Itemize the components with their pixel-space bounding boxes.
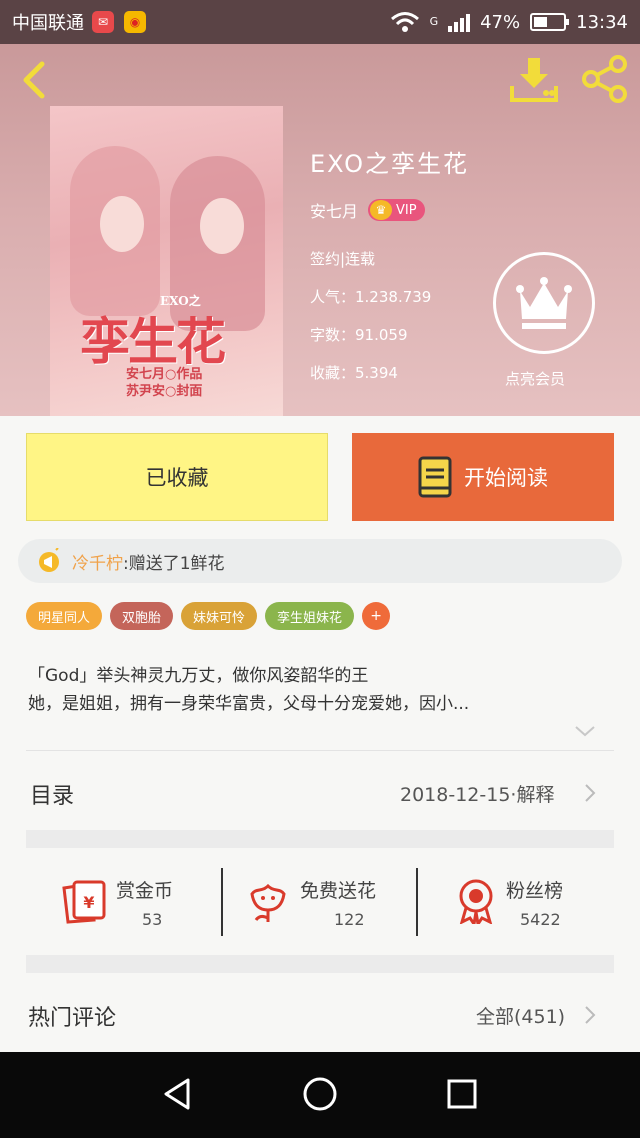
tag[interactable]: 双胞胎 [110,602,174,630]
nav-back-button[interactable] [158,1074,198,1114]
section-separator [26,955,614,973]
chevron-left-icon [23,61,45,99]
member-button[interactable] [493,252,595,354]
gift-notice[interactable]: 冷千柠 :赠送了1鲜花 [18,539,622,583]
status-bar: 中国联通 ✉ ◉ G 47% 13:34 [0,0,640,44]
author-row: 安七月 ♛ VIP [310,198,425,222]
book-cover[interactable]: EXO之 孪生花 安七月○作品 苏尹安○封面 [50,106,283,416]
collected-button[interactable]: 已收藏 [26,433,328,521]
carrier-name: 中国联通 [12,13,84,34]
cover-title: 孪生花 [80,312,226,371]
member-label[interactable]: 点亮会员 [505,368,565,389]
nav-recents-button[interactable] [442,1074,482,1114]
triangle-back-icon [164,1078,190,1110]
badge-ribbon-icon [459,879,493,924]
fan-rank-stat[interactable]: 粉丝榜 5422 [456,868,606,936]
chevron-right-icon[interactable] [584,783,596,803]
share-icon [582,55,627,103]
all-comments-link[interactable]: 全部(451) [476,1002,565,1029]
reward-coin-stat[interactable]: ¥ 赏金币 53 [60,868,210,936]
vip-badge: ♛ VIP [368,199,425,221]
system-nav-bar [0,1052,640,1138]
gift-user[interactable]: 冷千柠 [72,549,123,574]
divider [26,750,614,751]
section-separator [26,830,614,848]
notification-app-icon: ✉ [92,11,114,33]
expand-chevron-icon[interactable] [574,724,596,738]
favorites-count: 收藏：5.394 [310,364,398,382]
gift-text: :赠送了1鲜花 [123,553,225,574]
network-type: G [429,15,439,28]
megaphone-icon [39,548,59,572]
clock: 13:34 [576,11,628,33]
reward-coin-icon: ¥ [62,880,106,924]
share-button[interactable] [580,54,630,104]
flower-icon [250,883,286,922]
nav-home-button[interactable] [300,1074,340,1114]
popularity: 人气：1.238.739 [310,288,432,306]
author-name[interactable]: 安七月 [310,198,358,222]
battery-icon [530,13,570,31]
cover-credit: 安七月○作品 苏尹安○封面 [126,367,203,399]
svg-text:¥: ¥ [83,893,94,912]
stat-divider [416,868,418,936]
circle-home-icon [303,1077,337,1111]
hot-comments-label: 热门评论 [28,1006,117,1031]
word-count: 字数：91.059 [310,326,408,344]
book-status: 签约|连载 [310,250,376,268]
tag[interactable]: 明星同人 [26,602,103,630]
book-description[interactable]: 「God」举头神灵九万丈，做你风姿韶华的王 她，是姐姐，拥有一身荣华富贵，父母十… [28,662,614,718]
battery-percent: 47% [480,11,521,33]
toc-label[interactable]: 目录 [30,778,74,810]
weibo-icon: ◉ [124,11,146,33]
tag-list: 明星同人 双胞胎 妹妹可怜 孪生姐妹花 + [26,602,391,630]
signal-icon [448,12,471,32]
tag[interactable]: 妹妹可怜 [181,602,258,630]
book-header: EXO之 孪生花 安七月○作品 苏尹安○封面 EXO之孪生花 安七月 ♛ VIP… [0,44,640,416]
download-icon [510,58,558,102]
start-reading-button[interactable]: 开始阅读 [352,433,614,521]
square-recents-icon [447,1079,477,1109]
wifi-icon [390,12,419,32]
free-flower-stat[interactable]: 免费送花 122 [246,868,416,936]
back-button[interactable] [14,58,54,102]
tag[interactable]: 孪生姐妹花 [265,602,355,630]
stat-divider [221,868,223,936]
add-tag-button[interactable]: + [362,602,391,630]
crown-icon [516,277,572,329]
book-title: EXO之孪生花 [310,150,469,178]
book-icon [418,456,452,498]
toc-last-update[interactable]: 2018-12-15·解释 [400,780,554,807]
crown-icon: ♛ [370,200,393,220]
chevron-right-icon[interactable] [584,1005,596,1025]
download-button[interactable] [508,56,560,104]
